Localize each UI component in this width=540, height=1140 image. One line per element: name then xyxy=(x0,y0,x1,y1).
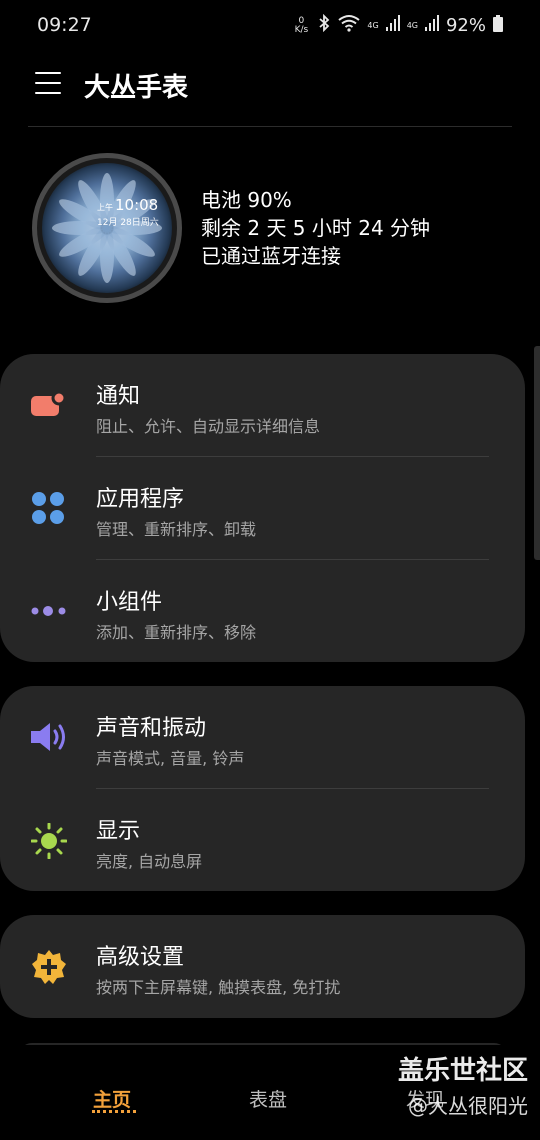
watch-remaining: 剩余 2 天 5 小时 24 分钟 xyxy=(201,216,431,240)
watermark-user: @大丛很阳光 xyxy=(408,1094,528,1118)
watch-face-date: 12月 28日周六 xyxy=(97,218,159,228)
network-speed-unit: K/s xyxy=(294,24,309,35)
header-divider xyxy=(28,126,512,127)
apps-title: 应用程序 xyxy=(96,487,185,512)
status-icons: 0 K/s 4G 4G 92% xyxy=(292,13,503,37)
signal-icon-2 xyxy=(424,15,439,36)
tab-home[interactable]: 主页 xyxy=(93,1085,131,1112)
signal-icon-1 xyxy=(385,15,400,36)
watch-face-flower xyxy=(42,163,172,293)
watch-face-ampm: 上午 xyxy=(97,203,113,212)
apps-subtitle: 管理、重新排序、卸载 xyxy=(96,520,257,539)
bluetooth-icon xyxy=(317,13,331,37)
battery-percent: 92% xyxy=(445,15,486,36)
display-subtitle: 亮度, 自动息屏 xyxy=(96,852,203,871)
watch-face-preview[interactable]: 上午 10:08 12月 28日周六 xyxy=(32,153,182,303)
app-bar: 大丛手表 xyxy=(0,55,540,115)
notification-icon xyxy=(31,390,67,424)
advanced-settings-icon xyxy=(31,949,66,984)
brightness-icon xyxy=(30,822,68,860)
battery-icon xyxy=(493,14,503,37)
watch-face-clock: 10:08 xyxy=(115,196,159,214)
sound-subtitle: 声音模式, 音量, 铃声 xyxy=(96,749,245,768)
signal-label-2: 4G xyxy=(406,20,418,30)
settings-item-advanced[interactable]: 高级设置 按两下主屏幕键, 触摸表盘, 免打扰 xyxy=(0,915,525,1018)
notifications-subtitle: 阻止、允许、自动显示详细信息 xyxy=(96,417,321,436)
settings-item-apps[interactable]: 应用程序 管理、重新排序、卸载 xyxy=(0,457,525,560)
watch-connection: 已通过蓝牙连接 xyxy=(201,244,341,268)
tab-home-indicator xyxy=(92,1110,136,1113)
network-speed: 0 K/s xyxy=(292,16,310,35)
widgets-subtitle: 添加、重新排序、移除 xyxy=(96,623,257,642)
settings-item-display[interactable]: 显示 亮度, 自动息屏 xyxy=(0,789,525,892)
menu-icon[interactable] xyxy=(35,72,61,94)
status-time: 09:27 xyxy=(37,14,92,36)
status-bar: 09:27 0 K/s 4G 4G 92% xyxy=(0,0,540,52)
settings-item-widgets[interactable]: 小组件 添加、重新排序、移除 xyxy=(0,560,525,663)
advanced-subtitle: 按两下主屏幕键, 触摸表盘, 免打扰 xyxy=(96,978,341,997)
sound-icon xyxy=(31,720,65,754)
tab-watch-faces[interactable]: 表盘 xyxy=(249,1085,287,1112)
watermark-title: 盖乐世社区 xyxy=(397,1056,528,1086)
watch-battery: 电池 90% xyxy=(201,188,292,212)
settings-item-sound[interactable]: 声音和振动 声音模式, 音量, 铃声 xyxy=(0,686,525,789)
display-title: 显示 xyxy=(96,819,141,844)
wifi-icon xyxy=(338,14,361,37)
notifications-title: 通知 xyxy=(96,384,141,409)
apps-icon xyxy=(31,491,65,525)
settings-card-2: 声音和振动 声音模式, 音量, 铃声 显示 亮度, 自动息屏 xyxy=(0,686,525,891)
app-title: 大丛手表 xyxy=(84,73,189,103)
settings-card-3: 高级设置 按两下主屏幕键, 触摸表盘, 免打扰 xyxy=(0,915,525,1018)
watch-face-time: 上午 10:08 xyxy=(97,196,158,214)
signal-label-1: 4G xyxy=(367,20,379,30)
settings-card-1: 通知 阻止、允许、自动显示详细信息 应用程序 管理、重新排序、卸载 小组件 添加… xyxy=(0,354,525,662)
scrollbar[interactable] xyxy=(534,346,540,560)
watch-status: 电池 90% 剩余 2 天 5 小时 24 分钟 已通过蓝牙连接 xyxy=(201,186,430,270)
advanced-title: 高级设置 xyxy=(96,945,185,970)
widgets-icon xyxy=(31,594,66,628)
widgets-title: 小组件 xyxy=(96,590,163,615)
sound-title: 声音和振动 xyxy=(96,716,207,741)
settings-item-notifications[interactable]: 通知 阻止、允许、自动显示详细信息 xyxy=(0,354,525,457)
